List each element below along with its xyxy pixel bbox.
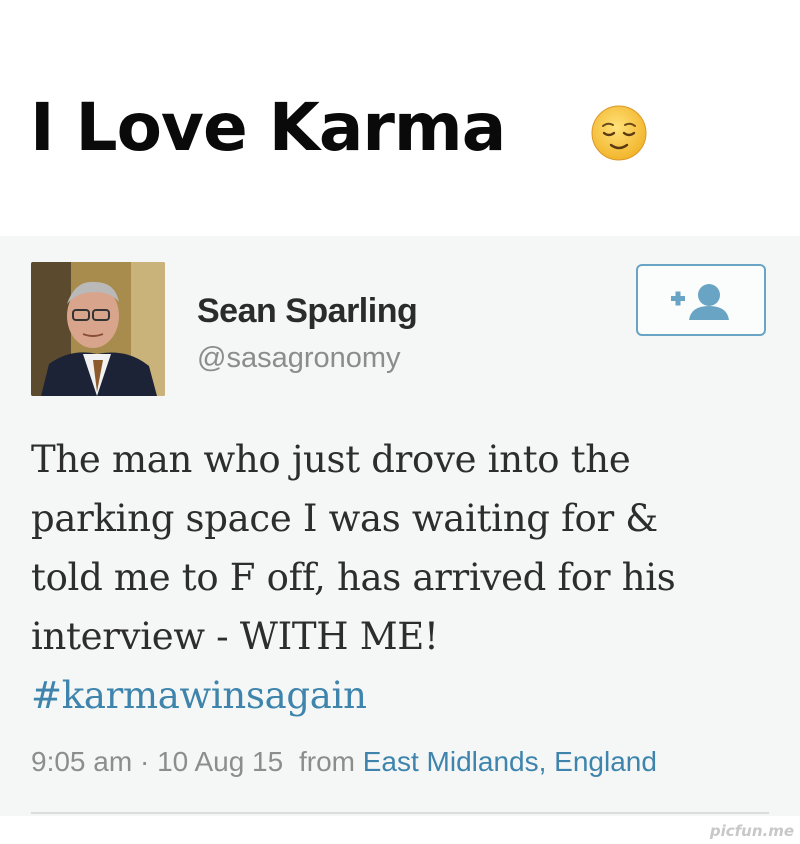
from-label: from xyxy=(298,746,355,777)
avatar[interactable] xyxy=(31,262,165,396)
tweet-text-line: parking space I was waiting for & xyxy=(31,497,658,540)
follow-button[interactable] xyxy=(636,264,766,336)
tweet-text-line: The man who just drove into the xyxy=(31,438,631,481)
tweet-text-line: interview - WITH ME! xyxy=(31,615,439,658)
user-handle[interactable]: @sasagronomy xyxy=(197,342,401,375)
tweet-meta: 9:05 am · 10 Aug 15 from East Midlands, … xyxy=(31,746,657,778)
display-name[interactable]: Sean Sparling xyxy=(197,292,418,331)
tweet-date[interactable]: 10 Aug 15 xyxy=(157,746,283,777)
tweet-text-line: told me to F off, has arrived for his xyxy=(31,556,676,599)
meme-title: I Love Karma xyxy=(30,89,506,166)
watermark: picfun.me xyxy=(709,822,794,840)
tweet-card: Sean Sparling @sasagronomy The man who j… xyxy=(0,236,800,816)
relieved-face-emoji xyxy=(591,105,647,161)
tweet-text: The man who just drove into the parking … xyxy=(31,430,776,725)
hashtag-link[interactable]: #karmawinsagain xyxy=(31,666,776,725)
divider xyxy=(31,812,769,814)
tweet-time[interactable]: 9:05 am xyxy=(31,746,132,777)
location-link[interactable]: East Midlands, England xyxy=(363,746,657,777)
add-user-icon xyxy=(671,284,729,320)
meta-separator: · xyxy=(139,746,150,777)
